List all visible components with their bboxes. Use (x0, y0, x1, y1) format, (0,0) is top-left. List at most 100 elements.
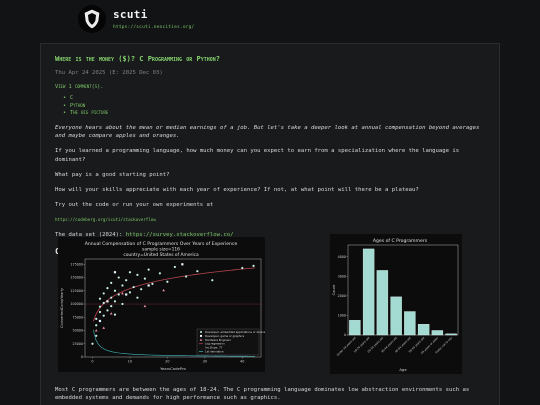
bottom-paragraph: Most C programmers are between the ages … (55, 386, 487, 405)
scatter-point-embedded (121, 302, 124, 306)
bar-ytick-label: 4000 (338, 255, 346, 259)
age-bar (445, 333, 457, 336)
comments-link[interactable]: View 1 comment(s). (55, 84, 485, 92)
scatter-point-embedded (113, 313, 117, 316)
scatter-point-game (98, 319, 102, 323)
scatter-point-embedded (166, 280, 169, 283)
age-bar (376, 270, 389, 336)
post-content: Where is the money ($)? C Programming or… (41, 44, 499, 258)
scatter-point-embedded (98, 305, 102, 308)
age-bar (362, 248, 375, 336)
post-title: Where is the money ($)? C Programming or… (55, 55, 220, 63)
scatter-point-game (106, 300, 109, 303)
code-repo-link[interactable]: https://codeberg.org/scuti/stackoverflow (55, 217, 156, 222)
scatter-point-embedded (121, 284, 124, 287)
legend-label: 1st derivative (205, 350, 224, 354)
tag-python[interactable]: Python (63, 103, 485, 111)
scatter-ytick-label: 125000 (70, 289, 83, 293)
compensation-chart: Annual Compensation of C Programmers Ove… (58, 237, 267, 372)
scatter-point-game (181, 263, 184, 266)
scatter-point-embedded (252, 264, 255, 267)
scatter-xtick-label: 0 (91, 360, 93, 364)
scatter-point-embedded (211, 279, 214, 282)
scatter-point-embedded (125, 279, 128, 282)
scatter-point-embedded (136, 273, 139, 276)
scatter-point-embedded (98, 297, 102, 300)
scatter-point-embedded (128, 291, 132, 294)
scatter-title: Annual Compensation of C Programmers Ove… (85, 241, 238, 247)
age-summary-text: Most C programmers are between the ages … (55, 387, 470, 402)
scatter-point-embedded (143, 277, 147, 280)
scatter-point-embedded (110, 281, 113, 284)
bar-title: Ages of C Programmers (373, 238, 428, 244)
scatter-subtitle-country: country=United States of America (123, 252, 199, 258)
tag-c[interactable]: C (63, 95, 485, 103)
scatter-legend: Developer, embedded applications or devi… (196, 328, 267, 356)
scatter-xtick-label: 30 (203, 360, 207, 364)
site-title[interactable]: scuti (113, 7, 194, 23)
ages-bar-svg: Ages of C Programmers 01000200030004000U… (330, 234, 462, 374)
scatter-point-embedded (128, 271, 132, 274)
age-bar (417, 324, 430, 336)
scatter-ylabel: ConvertedCompYearly (60, 287, 64, 328)
scatter-ytick-label: 175000 (70, 262, 83, 266)
scatter-xtick-label: 10 (128, 360, 132, 364)
scatter-point-embedded (196, 270, 199, 273)
scatter-point-embedded (136, 296, 139, 299)
scatter-point-embedded (110, 305, 113, 308)
scatter-point-embedded (95, 317, 98, 320)
scatter-xtick-label: 20 (165, 360, 169, 364)
scatter-point-embedded (241, 266, 244, 270)
scatter-point-embedded (117, 276, 120, 279)
age-bar (349, 320, 361, 336)
scatter-xlabel: YearsCodePro (160, 366, 186, 371)
tag-big-picture[interactable]: The big picture (63, 110, 485, 118)
scatter-point-embedded (95, 324, 98, 327)
scatter-point-embedded (102, 301, 105, 305)
scatter-point-embedded (106, 309, 109, 312)
scatter-point-embedded (185, 275, 188, 278)
age-bar (404, 311, 416, 336)
scatter-ytick-label: 150000 (70, 276, 83, 280)
scatter-point-embedded (98, 310, 102, 314)
scatter-point-game (147, 284, 150, 287)
scatter-point-embedded (173, 265, 176, 269)
scatter-point-embedded (151, 282, 154, 285)
scatter-point-embedded (106, 287, 109, 290)
scatter-point-embedded (132, 285, 135, 289)
scatter-point-embedded (102, 314, 105, 317)
scatter-point-embedded (147, 268, 150, 271)
question-paragraph-3: How will your skills appreciate with eac… (55, 186, 419, 193)
tag-list: C Python The big picture (63, 95, 485, 118)
post-dates: Thu Apr 24 2025 (E: 2025 Dec 03) (55, 70, 163, 77)
try-paragraph: Try out the code or run your own experim… (55, 201, 214, 208)
scatter-point-embedded (91, 342, 94, 345)
scatter-point-embedded (117, 293, 120, 296)
code-link-paragraph: https://codeberg.org/scuti/stackoverflow (55, 216, 485, 224)
bar-ylabel: Count (332, 284, 336, 295)
age-bar (390, 296, 402, 336)
site-header: scuti https://scuti.neocities.org/ (78, 5, 194, 33)
compensation-scatter-svg: Annual Compensation of C Programmers Ove… (58, 237, 267, 372)
scatter-point-embedded (95, 334, 98, 337)
legend-swatch-game (200, 334, 202, 337)
post-card: Where is the money ($)? C Programming or… (40, 43, 500, 405)
legend-swatch-embedded (200, 331, 202, 333)
scatter-xtick-label: 40 (240, 360, 244, 364)
scatter-point-game (113, 271, 117, 274)
bar-ytick-label: 0 (344, 333, 346, 337)
bar-xlabel: Age (399, 367, 407, 372)
shield-logo-icon[interactable] (78, 5, 106, 33)
scatter-ytick-label: 50000 (73, 329, 84, 333)
bar-ytick-label: 2000 (338, 294, 346, 298)
scatter-point-embedded (140, 288, 143, 291)
scatter-point-game (125, 293, 128, 296)
scatter-point-embedded (113, 300, 117, 303)
ages-chart: Ages of C Programmers 0 1000 2000 3000 4000 U… (330, 234, 462, 374)
age-bar (431, 330, 444, 336)
question-paragraph-1: If you learned a programming language, h… (55, 148, 460, 163)
bar-ytick-label: 3000 (338, 275, 346, 279)
intro-paragraph: Everyone hears about the mean or median … (55, 125, 480, 140)
scatter-ytick-label: 100000 (70, 302, 83, 306)
site-url[interactable]: https://scuti.neocities.org/ (113, 25, 194, 32)
